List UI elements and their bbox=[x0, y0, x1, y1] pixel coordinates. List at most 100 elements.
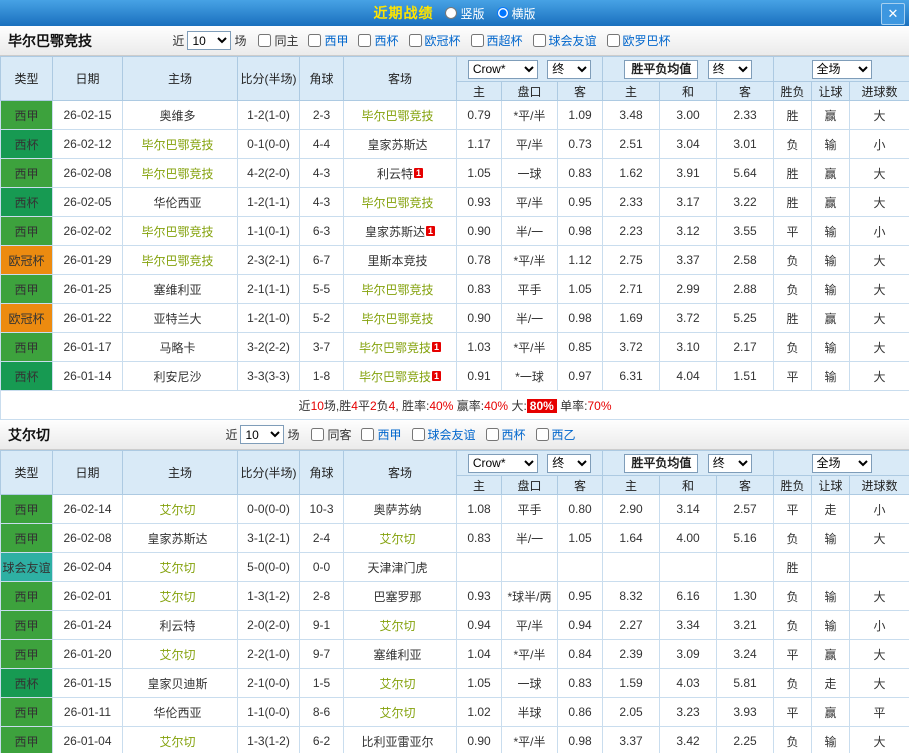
eu-home-odds: 3.48 bbox=[602, 100, 661, 130]
score: 3-2(2-2) bbox=[237, 332, 300, 362]
filter-option[interactable]: 欧冠杯 bbox=[408, 32, 461, 49]
filter-checkbox[interactable] bbox=[311, 428, 325, 441]
wdl-average-button[interactable]: 胜平负均值 bbox=[624, 59, 699, 79]
layout-radio-vertical[interactable]: 竖版 bbox=[445, 5, 485, 22]
asian-away-odds: 0.95 bbox=[556, 187, 604, 217]
filter-option[interactable]: 欧罗巴杯 bbox=[606, 32, 671, 49]
goal-result: 大 bbox=[849, 274, 909, 304]
euro-final-select[interactable]: 终 bbox=[707, 59, 752, 79]
eu-draw-odds: 3.09 bbox=[659, 639, 718, 669]
filter-option[interactable]: 球会友谊 bbox=[532, 32, 597, 49]
eu-draw-odds: 4.03 bbox=[659, 668, 718, 698]
match-row: 西杯 26-01-15 皇家贝迪斯 2-1(0-0) 1-5 艾尔切 1.05 … bbox=[0, 668, 909, 698]
match-count-select[interactable]: 10 bbox=[240, 425, 285, 444]
eu-away-odds: 5.64 bbox=[716, 158, 775, 188]
bookmaker-select[interactable]: Crow* bbox=[467, 59, 538, 79]
scope-controls: 全场 bbox=[773, 450, 909, 476]
match-date: 26-01-04 bbox=[52, 726, 123, 753]
filter-checkbox[interactable] bbox=[361, 428, 375, 441]
filter-option[interactable]: 西杯 bbox=[485, 426, 526, 443]
filter-option[interactable]: 同主 bbox=[258, 32, 298, 49]
eu-home-odds: 2.39 bbox=[602, 639, 661, 669]
wdl-average-button[interactable]: 胜平负均值 bbox=[624, 453, 699, 473]
bookmaker-select[interactable]: Crow* bbox=[467, 453, 538, 473]
filter-checkbox[interactable] bbox=[258, 34, 272, 47]
home-team-cell: 华伦西亚 bbox=[122, 187, 238, 217]
match-row: 西杯 26-02-05 华伦西亚 1-2(1-1) 4-3 毕尔巴鄂竞技 0.9… bbox=[0, 187, 909, 217]
score: 0-1(0-0) bbox=[237, 129, 300, 159]
hcp-result: 输 bbox=[811, 610, 851, 640]
eu-away-odds: 1.30 bbox=[716, 581, 775, 611]
wdl-result: 胜 bbox=[773, 100, 813, 130]
goal-result: 大 bbox=[849, 726, 909, 753]
asian-home-odds: 0.83 bbox=[456, 274, 502, 304]
filter-option[interactable]: 西甲 bbox=[308, 32, 348, 49]
filter-option[interactable]: 球会友谊 bbox=[411, 426, 476, 443]
eu-away-odds: 2.17 bbox=[716, 332, 775, 362]
filter-option[interactable]: 西杯 bbox=[358, 32, 399, 49]
wdl-result: 胜 bbox=[773, 552, 813, 582]
filter-option[interactable]: 西乙 bbox=[535, 426, 576, 443]
filter-option-label: 欧罗巴杯 bbox=[622, 34, 671, 48]
hcp-result: 输 bbox=[811, 726, 851, 753]
filter-options: 同主 西甲 西杯 欧冠杯 西超杯 球会友谊 欧罗巴杯 bbox=[248, 32, 671, 49]
filter-checkbox[interactable] bbox=[470, 34, 484, 47]
wdl-result: 平 bbox=[773, 697, 813, 727]
asian-final-select[interactable]: 终 bbox=[547, 59, 592, 79]
asian-final-select[interactable]: 终 bbox=[547, 453, 592, 473]
asian-home-odds: 0.78 bbox=[456, 245, 502, 275]
asian-odds-controls: Crow* 终 bbox=[455, 56, 604, 82]
layout-radio-input[interactable] bbox=[496, 7, 509, 19]
home-team-cell: 毕尔巴鄂竞技 bbox=[122, 245, 238, 275]
summary-segment: 10 bbox=[310, 398, 324, 413]
eu-draw-odds: 3.23 bbox=[659, 697, 718, 727]
filter-checkbox[interactable] bbox=[606, 34, 620, 47]
match-date: 26-02-04 bbox=[52, 552, 123, 582]
away-team-cell: 艾尔切 bbox=[343, 697, 457, 727]
corners: 6-3 bbox=[299, 216, 344, 246]
filter-option-label: 西甲 bbox=[324, 34, 349, 48]
layout-radio-horizontal[interactable]: 横版 bbox=[496, 5, 536, 22]
match-count-select[interactable]: 10 bbox=[187, 31, 232, 50]
match-row: 欧冠杯 26-01-29 毕尔巴鄂竞技 2-3(2-1) 6-7 里斯本竞技 0… bbox=[0, 245, 909, 275]
hcp-result: 赢 bbox=[811, 639, 851, 669]
eu-home-odds: 2.27 bbox=[602, 610, 661, 640]
eu-draw-odds: 3.00 bbox=[659, 100, 718, 130]
filter-checkbox[interactable] bbox=[532, 34, 546, 47]
filters: 近 10 场 同客 西甲 球会友谊 西杯 西乙 bbox=[225, 425, 576, 444]
col-asian-line: 盘口 bbox=[501, 475, 558, 495]
corners: 2-8 bbox=[299, 581, 344, 611]
home-team-cell: 毕尔巴鄂竞技 bbox=[122, 129, 238, 159]
hcp-result: 赢 bbox=[811, 697, 851, 727]
filter-option[interactable]: 西甲 bbox=[361, 426, 402, 443]
close-button[interactable]: ✕ bbox=[881, 3, 905, 25]
home-team: 皇家贝迪斯 bbox=[147, 676, 208, 691]
eu-draw-odds: 2.99 bbox=[659, 274, 718, 304]
layout-radio-input[interactable] bbox=[445, 7, 458, 19]
filter-checkbox[interactable] bbox=[411, 428, 425, 441]
filter-option[interactable]: 同客 bbox=[311, 426, 351, 443]
asian-away-odds: 1.05 bbox=[556, 274, 604, 304]
filter-option[interactable]: 西超杯 bbox=[470, 32, 523, 49]
score: 3-1(2-1) bbox=[237, 523, 300, 553]
filter-checkbox[interactable] bbox=[485, 428, 499, 441]
euro-final-select[interactable]: 终 bbox=[707, 453, 752, 473]
scope-select[interactable]: 全场 bbox=[811, 59, 872, 79]
col-wdl: 胜负 bbox=[773, 81, 813, 101]
filter-checkbox[interactable] bbox=[358, 34, 372, 47]
wdl-result: 负 bbox=[773, 726, 813, 753]
hcp-result: 赢 bbox=[811, 100, 851, 130]
wdl-result: 负 bbox=[773, 129, 813, 159]
asian-away-odds: 0.85 bbox=[556, 332, 604, 362]
filter-checkbox[interactable] bbox=[408, 34, 422, 47]
league-cell: 西杯 bbox=[0, 187, 53, 217]
wdl-result: 负 bbox=[773, 523, 813, 553]
filter-checkbox[interactable] bbox=[308, 34, 322, 47]
league-cell: 欧冠杯 bbox=[0, 303, 53, 333]
asian-handicap-line: 半/一 bbox=[501, 523, 558, 553]
filter-checkbox[interactable] bbox=[535, 428, 549, 441]
asian-home-odds: 0.93 bbox=[456, 581, 502, 611]
match-date: 26-01-24 bbox=[52, 610, 123, 640]
col-wdl: 胜负 bbox=[773, 475, 813, 495]
scope-select[interactable]: 全场 bbox=[811, 453, 872, 473]
